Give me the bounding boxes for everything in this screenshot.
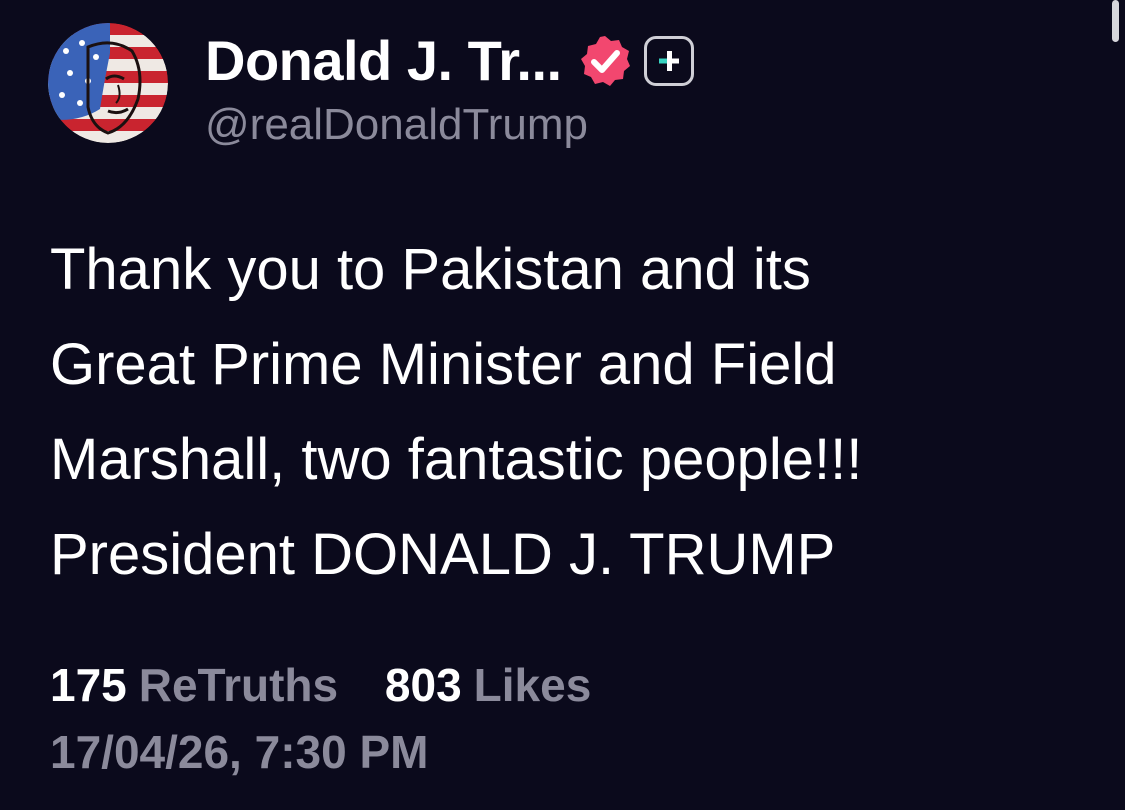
verified-badge-icon	[578, 34, 632, 88]
plus-icon	[658, 51, 679, 71]
scrollbar[interactable]	[1112, 0, 1119, 42]
post-timestamp: 17/04/26, 7:30 PM	[50, 726, 429, 778]
account-handle[interactable]: @realDonaldTrump	[205, 98, 905, 152]
follow-button[interactable]	[643, 36, 694, 86]
likes-label: Likes	[473, 659, 592, 711]
retruths-label: ReTruths	[138, 659, 339, 711]
profile-avatar[interactable]	[48, 23, 168, 143]
likes-stat[interactable]: 803 Likes	[385, 655, 591, 715]
retruths-stat[interactable]: 175 ReTruths	[50, 655, 338, 715]
name-row: Donald J. Tr...	[205, 28, 905, 94]
post-line: Marshall, two fantastic people!!!	[50, 427, 863, 492]
display-name[interactable]: Donald J. Tr...	[205, 28, 562, 94]
post-stats: 175 ReTruths 803 Likes	[50, 655, 625, 715]
retruths-count: 175	[50, 659, 127, 711]
post-line: Great Prime Minister and Field	[50, 332, 837, 397]
likes-count: 803	[384, 659, 462, 711]
post-line: Thank you to Pakistan and its	[50, 237, 811, 302]
post-body: Thank you to Pakistan and its Great Prim…	[50, 222, 1070, 602]
post-line: President DONALD J. TRUMP	[50, 522, 836, 587]
post-header: Donald J. Tr... @realDonaldTrump	[205, 28, 905, 152]
